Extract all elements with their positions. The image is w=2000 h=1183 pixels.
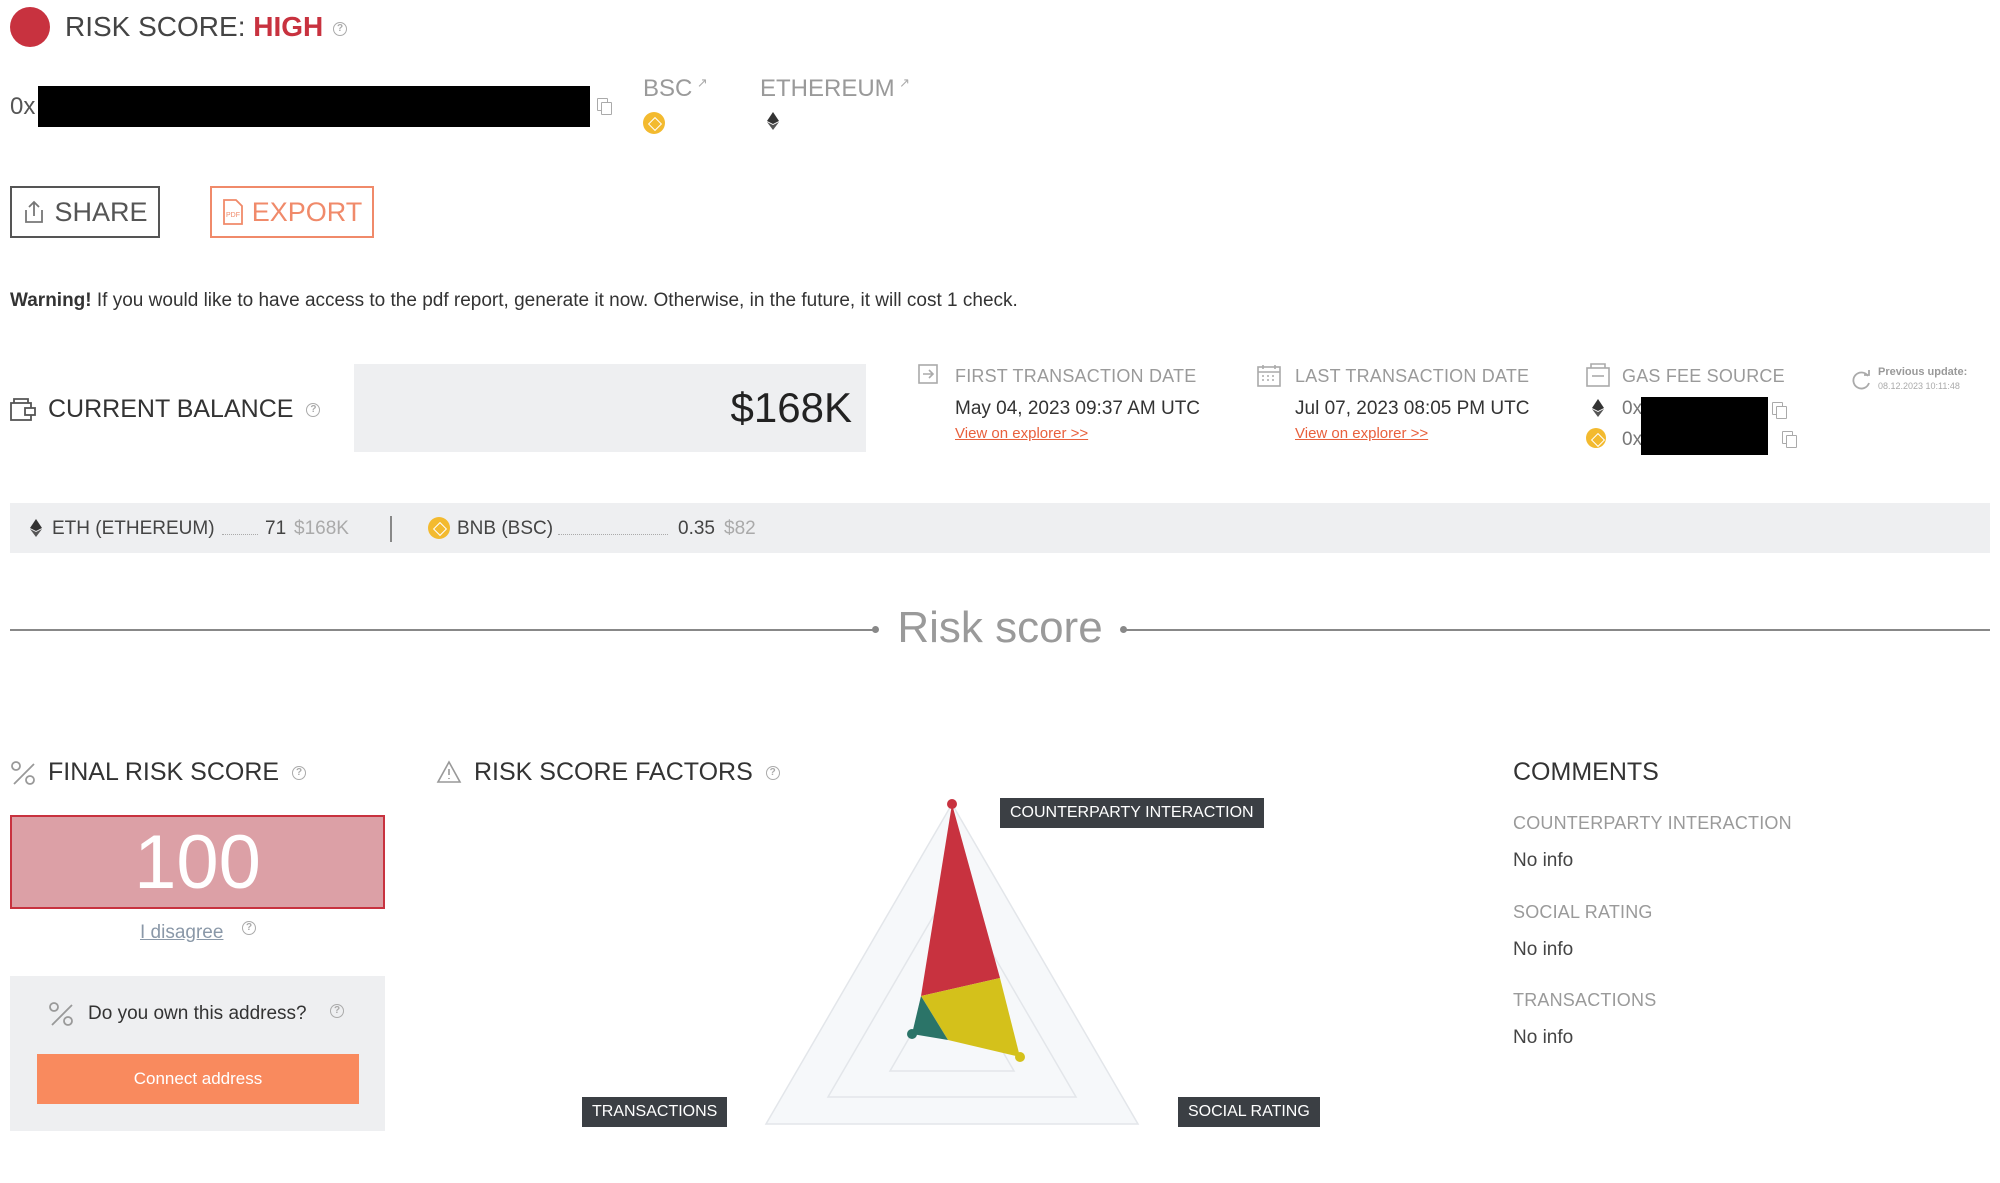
redacted-gas-fee-address <box>1641 397 1768 455</box>
disagree-link[interactable]: I disagree <box>140 922 223 944</box>
radar-chart <box>764 799 1140 1125</box>
export-button[interactable]: PDF EXPORT <box>210 186 374 238</box>
risk-score-factors-label: RISK SCORE FACTORS ? <box>474 758 780 787</box>
final-risk-score-label: FINAL RISK SCORE ? <box>48 758 307 787</box>
final-score-value: 100 <box>134 819 261 905</box>
previous-update-value: 08.12.2023 10:11:48 <box>1878 381 1960 391</box>
risk-score-factors-text: RISK SCORE FACTORS <box>474 758 753 786</box>
first-transaction-icon <box>918 364 938 384</box>
dotted-leader <box>222 534 258 535</box>
risk-status-dot <box>10 7 50 47</box>
holding-amount: 71 <box>265 518 287 539</box>
gas-fee-address-prefix: 0x <box>1622 429 1643 450</box>
comment-title: SOCIAL RATING <box>1513 902 1653 922</box>
share-icon <box>25 200 44 223</box>
network-ethereum[interactable]: ETHEREUM ↗ <box>760 75 910 103</box>
gas-fee-address-prefix: 0x <box>1622 398 1643 419</box>
external-link-icon: ↗ <box>899 75 911 90</box>
help-icon[interactable]: ? <box>765 766 780 781</box>
network-ethereum-label: ETHEREUM <box>760 75 895 102</box>
connect-address-label: Connect address <box>133 1069 263 1088</box>
holdings-divider <box>390 516 392 542</box>
address-prefix: 0x <box>10 93 36 120</box>
copy-icon[interactable] <box>597 98 612 115</box>
last-transaction-date: Jul 07, 2023 08:05 PM UTC <box>1295 398 1530 419</box>
balance-value: $168K <box>730 384 852 431</box>
percent-icon <box>11 761 35 785</box>
help-icon[interactable]: ? <box>242 921 256 935</box>
dotted-leader <box>558 534 668 535</box>
wallet-icon <box>10 398 36 421</box>
help-icon[interactable]: ? <box>333 21 348 36</box>
section-line-left <box>10 629 876 631</box>
final-risk-score-text: FINAL RISK SCORE <box>48 758 280 786</box>
current-balance-text: CURRENT BALANCE <box>48 395 294 423</box>
risk-score-level: HIGH <box>253 11 324 42</box>
pdf-icon: PDF <box>222 199 243 225</box>
comment-text: No info <box>1513 939 1574 960</box>
network-bsc[interactable]: BSC ↗ <box>643 75 708 103</box>
help-icon[interactable]: ? <box>330 1004 344 1018</box>
first-transaction-label: FIRST TRANSACTION DATE <box>955 366 1197 386</box>
refresh-icon[interactable] <box>1850 370 1872 392</box>
first-transaction-date: May 04, 2023 09:37 AM UTC <box>955 398 1201 419</box>
external-link-icon: ↗ <box>696 75 708 90</box>
current-balance-label: CURRENT BALANCE ? <box>48 395 321 424</box>
warning-message: Warning! If you would like to have acces… <box>10 290 1018 312</box>
holding-name: BNB (BSC) <box>457 518 554 539</box>
export-label: EXPORT <box>251 196 363 227</box>
comment-text: No info <box>1513 850 1574 871</box>
ethereum-icon <box>30 519 42 537</box>
radar-point-social <box>1015 1052 1025 1062</box>
bnb-coin-icon <box>428 517 450 539</box>
radar-point-transactions <box>907 1029 917 1039</box>
bnb-coin-icon <box>1586 428 1606 448</box>
radar-axis-transactions: TRANSACTIONS <box>582 1097 728 1127</box>
section-dot-left <box>872 626 879 633</box>
comments-label: COMMENTS <box>1513 758 1659 786</box>
risk-score-heading: RISK SCORE: HIGH ? <box>65 11 348 43</box>
comment-text: No info <box>1513 1027 1574 1048</box>
section-title: Risk score <box>897 603 1103 652</box>
percent-icon <box>49 1002 73 1026</box>
copy-icon[interactable] <box>1772 402 1787 419</box>
comment-title: COUNTERPARTY INTERACTION <box>1513 813 1792 833</box>
radar-point-counterparty <box>947 799 957 809</box>
final-score-box: 100 <box>10 815 385 909</box>
connect-address-button[interactable]: Connect address <box>37 1054 359 1104</box>
holding-usd: $168K <box>294 518 349 539</box>
own-address-question: Do you own this address? <box>88 1003 307 1024</box>
bnb-coin-icon <box>643 112 665 134</box>
radar-axis-counterparty: COUNTERPARTY INTERACTION <box>1000 798 1264 828</box>
last-transaction-explorer-link[interactable]: View on explorer >> <box>1295 425 1428 442</box>
network-bsc-label: BSC <box>643 75 693 102</box>
ethereum-icon <box>1592 399 1604 417</box>
balance-box: $168K <box>354 364 866 452</box>
help-icon[interactable]: ? <box>292 766 307 781</box>
share-button[interactable]: SHARE <box>10 186 160 238</box>
ethereum-icon <box>767 112 779 130</box>
previous-update-label: Previous update: <box>1878 366 1968 378</box>
section-line-right <box>1125 629 1990 631</box>
holding-name: ETH (ETHEREUM) <box>52 518 215 539</box>
gas-fee-source-label: GAS FEE SOURCE <box>1622 366 1785 386</box>
risk-score-label: RISK SCORE: <box>65 11 246 42</box>
share-label: SHARE <box>54 196 148 227</box>
copy-icon[interactable] <box>1782 431 1797 448</box>
gas-pump-icon <box>1586 363 1610 387</box>
radar-axis-social: SOCIAL RATING <box>1178 1097 1320 1127</box>
first-transaction-explorer-link[interactable]: View on explorer >> <box>955 425 1088 442</box>
comment-title: TRANSACTIONS <box>1513 990 1657 1010</box>
help-icon[interactable]: ? <box>306 403 321 418</box>
triangle-warning-icon <box>436 760 462 783</box>
holding-usd: $82 <box>724 518 756 539</box>
redacted-address <box>38 86 590 127</box>
calendar-icon <box>1257 365 1281 387</box>
warning-text: If you would like to have access to the … <box>91 290 1018 311</box>
holding-amount: 0.35 <box>678 518 715 539</box>
warning-bold: Warning! <box>10 290 92 311</box>
svg-text:PDF: PDF <box>226 212 240 219</box>
last-transaction-label: LAST TRANSACTION DATE <box>1295 366 1530 386</box>
